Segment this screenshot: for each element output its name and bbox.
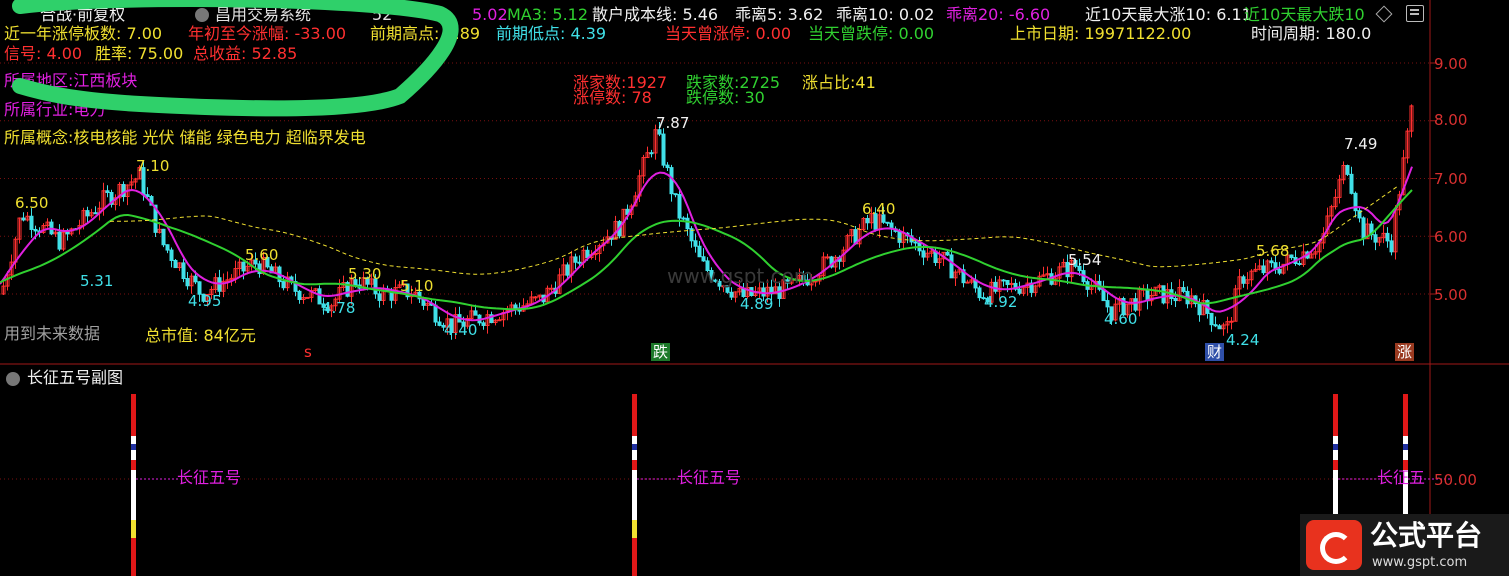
- event-badge-rise[interactable]: 涨: [1395, 343, 1415, 361]
- bias5: 乖离5: 3.62: [735, 5, 824, 24]
- limit-down-total: 跌停数: 30: [686, 88, 765, 107]
- logo-icon: [1306, 520, 1362, 570]
- price-label: 5.54: [1068, 251, 1102, 269]
- price-label: 5.68: [1256, 242, 1290, 260]
- price-label: 7.87: [656, 114, 690, 132]
- concepts: 所属概念:核电核能 光伏 储能 绿色电力 超临界发电: [4, 128, 366, 147]
- price-label: 4.95: [188, 292, 222, 310]
- up-ratio: 涨占比:41: [802, 73, 876, 92]
- previous-low: 前期低点: 4.39: [496, 24, 607, 43]
- price-label: 5.31: [80, 272, 114, 290]
- listing-date: 上市日期: 19971122.00: [1010, 24, 1192, 43]
- price-label: 4.40: [444, 321, 478, 339]
- price-label: 4.89: [740, 295, 774, 313]
- limit-up-total: 涨停数: 78: [573, 88, 652, 107]
- price-label: 4.92: [984, 293, 1018, 311]
- logo-url: www.gspt.com: [1372, 555, 1468, 570]
- sub-axis-label: 50.00: [1434, 471, 1477, 489]
- price-label: 4.78: [322, 299, 356, 317]
- day-limit-down: 当天曾跌停: 0.00: [808, 24, 935, 43]
- bias20: 乖离20: -6.60: [946, 5, 1051, 24]
- future-data-note: 用到未来数据: [4, 324, 101, 343]
- marker-label: 长征五: [1377, 469, 1426, 487]
- market-cap: 总市值: 84亿元: [145, 326, 256, 345]
- price-axis-label: 6.00: [1434, 228, 1468, 246]
- logo-box: 公式平台 www.gspt.com: [1300, 514, 1509, 576]
- price-axis-label: 7.00: [1434, 170, 1468, 188]
- price-label: 5.60: [245, 246, 279, 264]
- price-label: 4.60: [1104, 310, 1138, 328]
- highlight-ellipse: [12, 0, 459, 117]
- price-label: 7.10: [136, 157, 170, 175]
- sub-panel-bars: [131, 394, 1450, 576]
- price-label: 6.40: [862, 200, 896, 218]
- sub-panel-title: 长征五号副图: [27, 368, 124, 387]
- ma3-value: MA3: 5.12: [507, 5, 589, 24]
- price-label: 5.30: [348, 265, 382, 283]
- price-axis-label: 9.00: [1434, 55, 1468, 73]
- event-badge-fall[interactable]: 跌: [651, 343, 671, 361]
- price-label: 6.50: [15, 194, 49, 212]
- watermark: www.gspt.com: [667, 264, 814, 288]
- marker-label: 长征五号: [677, 468, 742, 487]
- sub-panel-dropdown-icon[interactable]: [6, 372, 20, 386]
- max-rise-10: 近10天最大涨10: 6.11: [1085, 5, 1252, 24]
- price-axis-label: 5.00: [1434, 286, 1468, 304]
- event-badge-finance[interactable]: 财: [1205, 343, 1225, 361]
- price-label: 4.24: [1226, 331, 1260, 349]
- retail-cost-line: 散户成本线: 5.46: [592, 5, 719, 24]
- price-label: 7.49: [1344, 135, 1378, 153]
- max-fall-10: 近10天最大跌10: [1244, 5, 1365, 24]
- price-axis-label: 8.00: [1434, 111, 1468, 129]
- event-badge-s[interactable]: s: [302, 343, 314, 361]
- window-toggle-icon[interactable]: [1406, 5, 1424, 22]
- price-label: 5.10: [400, 277, 434, 295]
- chart-window: 合战·前复权 昌用交易系统 52 5.02 MA3: 5.12 散户成本线: 5…: [0, 0, 1509, 576]
- time-period: 时间周期: 180.0: [1251, 25, 1372, 43]
- logo-name: 公式平台: [1370, 519, 1483, 552]
- bias10: 乖离10: 0.02: [836, 5, 935, 24]
- day-limit-up: 当天曾涨停: 0.00: [665, 24, 792, 43]
- marker-label: 长征五号: [177, 468, 242, 487]
